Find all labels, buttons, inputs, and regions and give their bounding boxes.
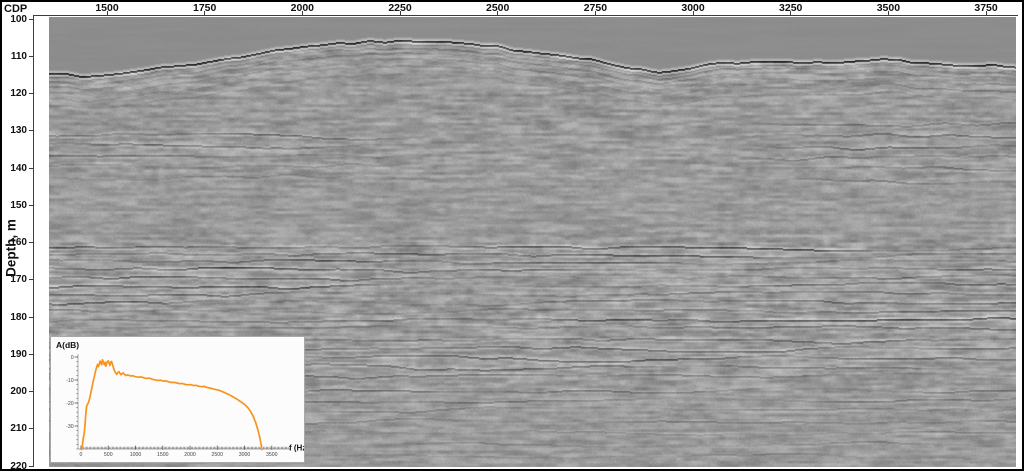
cdp-tick-label: 1500 [95,2,118,14]
depth-tick-label: 100 [2,14,27,25]
depth-tick [29,279,33,280]
depth-tick-label: 130 [2,125,27,136]
depth-axis-line [33,15,34,467]
depth-tick-label: 180 [2,312,27,323]
spectrum-chart: 0 500 1000 1500 2000 2500 3000 3500 0 -10 -20 -30 A… [51,337,304,462]
depth-tick-label: 110 [2,51,27,62]
depth-tick [29,466,33,467]
depth-tick-label: 120 [2,88,27,99]
spectrum-tick-label: -30 [66,424,74,430]
cdp-tick-label: 3500 [877,2,900,14]
cdp-axis-line [33,15,1018,16]
cdp-tick-label: 3000 [681,2,704,14]
spectrum-tick-label: 3000 [239,452,251,458]
cdp-tick-label: 3750 [974,2,997,14]
depth-tick [29,56,33,57]
depth-tick [29,317,33,318]
depth-tick [29,19,33,20]
spectrum-tick-label: 0 [80,452,83,458]
spectrum-tick-label: 1500 [157,452,169,458]
spectrum-inset: 0 500 1000 1500 2000 2500 3000 3500 0 -10 -20 -30 A… [50,336,305,463]
depth-tick-label: 160 [2,237,27,248]
depth-tick [29,130,33,131]
cdp-tick-label: 3250 [779,2,802,14]
spectrum-curve [82,360,262,450]
depth-tick-label: 140 [2,163,27,174]
spectrum-xlabel: f (Hz) [289,444,304,453]
depth-tick [29,242,33,243]
spectrum-tick-label: 2000 [184,452,196,458]
depth-tick [29,391,33,392]
depth-tick-label: 150 [2,200,27,211]
spectrum-tick-label: 2500 [211,452,223,458]
depth-tick [29,354,33,355]
figure-frame: CDP Depth, m 150017502000225025002750300… [0,0,1024,471]
cdp-tick-label: 2500 [486,2,509,14]
spectrum-tick-label: -10 [66,378,74,384]
depth-tick [29,428,33,429]
spectrum-axes: 0 500 1000 1500 2000 2500 3000 3500 0 -10 -20 -30 [66,354,291,458]
spectrum-tick-label: 500 [104,452,113,458]
depth-tick-label: 220 [2,461,27,472]
spectrum-tick-label: 0 [71,355,74,361]
depth-tick-label: 190 [2,349,27,360]
cdp-tick-label: 1750 [193,2,216,14]
cdp-tick-label: 2750 [584,2,607,14]
spectrum-tick-label: 3500 [266,452,278,458]
spectrum-ylabel: A(dB) [56,340,79,350]
cdp-tick-label: 2000 [291,2,314,14]
depth-tick [29,205,33,206]
depth-tick [29,93,33,94]
depth-tick [29,168,33,169]
cdp-tick-label: 2250 [388,2,411,14]
spectrum-tick-label: -20 [66,401,74,407]
depth-tick-label: 210 [2,423,27,434]
spectrum-tick-label: 1000 [130,452,142,458]
depth-tick-label: 170 [2,274,27,285]
spectrum-line [82,360,262,450]
depth-tick-label: 200 [2,386,27,397]
